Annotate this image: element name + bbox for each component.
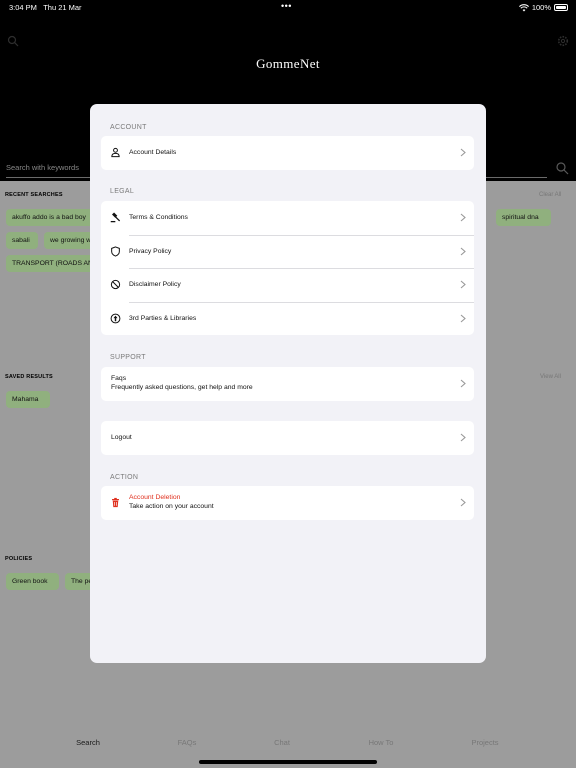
chevron-right-icon <box>460 247 466 255</box>
clear-all-button[interactable]: Clear All <box>539 192 561 198</box>
tab-chat[interactable]: Chat <box>274 738 290 747</box>
multitasking-dots[interactable]: ••• <box>281 1 292 11</box>
tab-faqs[interactable]: FAQs <box>178 738 197 747</box>
arrow-up-circle-icon <box>110 313 121 323</box>
terms-conditions-label: Terms & Conditions <box>129 214 188 221</box>
account-deletion-row[interactable]: Account Deletion Take action on your acc… <box>101 486 474 520</box>
wifi-icon <box>518 3 529 11</box>
person-icon <box>111 147 120 158</box>
chevron-right-icon <box>460 314 466 322</box>
search-input[interactable]: Search with keywords <box>6 163 79 172</box>
disclaimer-policy-row[interactable]: Disclaimer Policy <box>101 268 474 302</box>
third-parties-label: 3rd Parties & Libraries <box>129 314 197 322</box>
chevron-right-icon <box>460 379 466 388</box>
chevron-right-icon <box>460 148 466 157</box>
account-details-label: Account Details <box>129 149 177 156</box>
logout-card: Logout <box>101 421 474 455</box>
view-all-button[interactable]: View All <box>540 374 561 380</box>
status-indicators: 100% <box>518 3 568 12</box>
account-details-row[interactable]: Account Details <box>101 136 474 170</box>
third-parties-row[interactable]: 3rd Parties & Libraries <box>101 301 474 336</box>
search-icon[interactable] <box>7 35 19 47</box>
chevron-right-icon <box>460 280 466 289</box>
privacy-policy-row[interactable]: Privacy Policy <box>101 234 474 269</box>
recent-search-chip[interactable]: sabali <box>6 232 38 249</box>
battery-percent: 100% <box>531 3 551 12</box>
logout-label: Logout <box>111 434 132 441</box>
recent-search-chip[interactable]: spiritual dna <box>496 209 551 226</box>
battery-icon <box>554 4 568 11</box>
recent-search-chip[interactable]: TRANSPORT (ROADS AN <box>6 255 96 272</box>
trash-icon <box>112 497 119 508</box>
search-submit-icon[interactable] <box>555 161 569 175</box>
block-icon <box>110 279 121 290</box>
status-time: 3:04 PM Thu 21 Mar <box>9 3 82 12</box>
tab-bar: Search FAQs Chat How To Projects <box>0 738 576 754</box>
legal-section-label: LEGAL <box>110 188 135 195</box>
privacy-policy-label: Privacy Policy <box>129 247 172 255</box>
gear-icon[interactable] <box>557 35 569 47</box>
recent-searches-title: RECENT SEARCHES <box>5 192 63 198</box>
disclaimer-policy-label: Disclaimer Policy <box>129 281 181 288</box>
policy-chip[interactable]: Green book <box>6 573 59 590</box>
faqs-row[interactable]: Faqs Frequently asked questions, get hel… <box>101 367 474 401</box>
status-bar: 3:04 PM Thu 21 Mar ••• 100% <box>0 0 576 16</box>
tab-how-to[interactable]: How To <box>369 738 394 747</box>
recent-search-chip[interactable]: we growing w <box>44 232 96 249</box>
policies-title: POLICIES <box>5 556 33 562</box>
terms-conditions-row[interactable]: Terms & Conditions <box>101 201 474 235</box>
support-card: Faqs Frequently asked questions, get hel… <box>101 367 474 401</box>
gavel-icon <box>110 212 121 223</box>
faqs-subtitle: Frequently asked questions, get help and… <box>111 384 253 391</box>
brand-logo: GommeNet <box>256 56 320 71</box>
account-deletion-title: Account Deletion <box>129 494 181 501</box>
chevron-right-icon <box>460 433 466 442</box>
saved-results-title: SAVED RESULTS <box>5 374 53 380</box>
saved-result-chip[interactable]: Mahama <box>6 391 50 408</box>
support-section-label: SUPPORT <box>110 354 146 361</box>
settings-modal: ACCOUNT Account Details LEGAL Terms & Co… <box>90 104 486 663</box>
account-card: Account Details <box>101 136 474 170</box>
legal-card: Terms & Conditions Privacy Policy Discla… <box>101 201 474 335</box>
chevron-right-icon <box>460 498 466 507</box>
tab-search[interactable]: Search <box>76 738 100 747</box>
action-section-label: ACTION <box>110 474 139 481</box>
recent-search-chip[interactable]: akuffo addo is a bad boy <box>6 209 96 226</box>
action-card: Account Deletion Take action on your acc… <box>101 486 474 520</box>
tab-projects[interactable]: Projects <box>471 738 498 747</box>
account-section-label: ACCOUNT <box>110 124 147 131</box>
chevron-right-icon <box>460 213 466 222</box>
faqs-title: Faqs <box>111 375 127 382</box>
home-indicator <box>199 760 377 764</box>
logout-row[interactable]: Logout <box>101 421 474 455</box>
account-deletion-subtitle: Take action on your account <box>129 503 214 510</box>
shield-icon <box>111 245 120 257</box>
